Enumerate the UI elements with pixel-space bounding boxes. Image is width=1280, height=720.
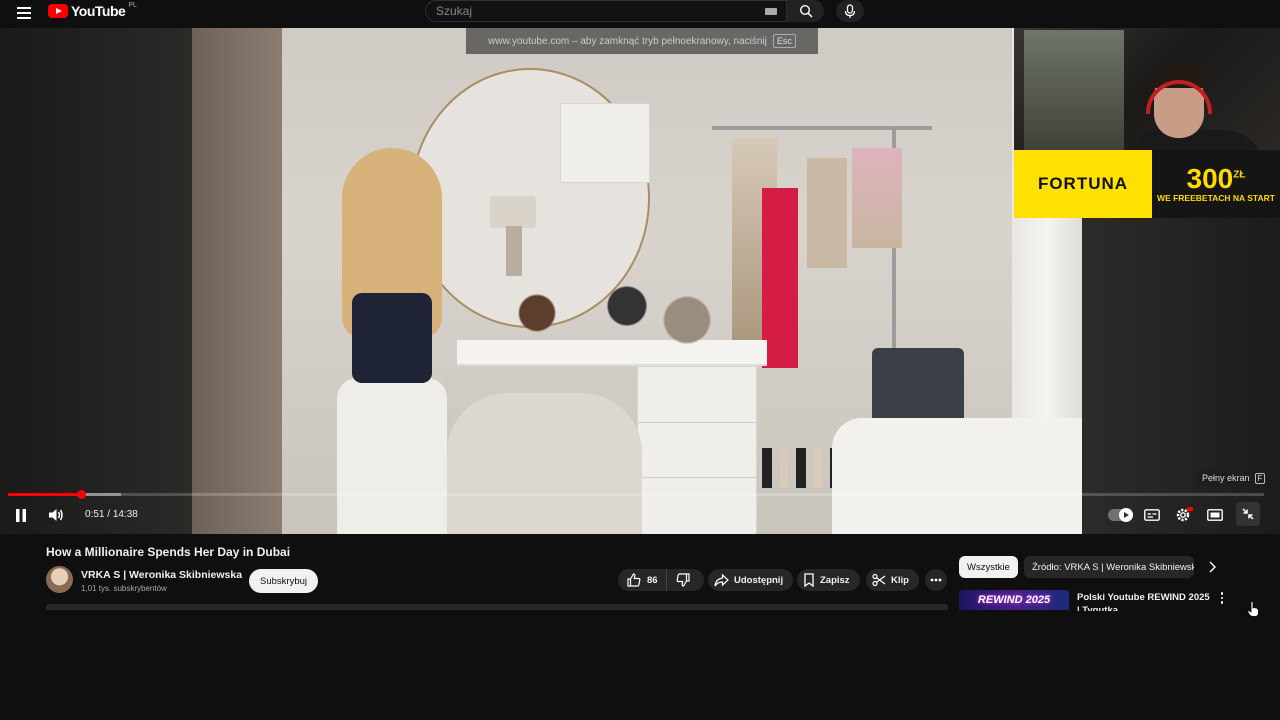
microphone-icon: [844, 3, 856, 18]
scissors-icon: [872, 573, 886, 587]
thumbnail-text: REWIND 2025: [977, 594, 1051, 606]
exit-fullscreen-icon: [1242, 508, 1254, 520]
clip-label: Klip: [891, 574, 909, 586]
scene-artwork: [560, 103, 650, 183]
ad-brand: FORTUNA: [1014, 150, 1152, 218]
esc-key-hint: Esc: [772, 34, 796, 48]
ad-offer: 300ZŁ WE FREEBETACH NA START: [1152, 150, 1280, 218]
keyboard-icon[interactable]: [765, 8, 777, 15]
chips-next-button[interactable]: [1204, 559, 1220, 575]
more-horizontal-icon: [930, 578, 942, 582]
scene-dress: [852, 148, 902, 248]
like-dislike-group: 86: [618, 569, 704, 591]
search-box: [425, 0, 787, 22]
share-button[interactable]: Udostępnij: [708, 569, 794, 591]
share-label: Udostępnij: [734, 574, 784, 586]
webcam-window: [1024, 30, 1124, 150]
fullscreen-tooltip: Pełny ekran F: [1196, 470, 1272, 486]
exit-fullscreen-button[interactable]: [1236, 502, 1260, 526]
logo-text: YouTube: [71, 3, 126, 19]
autoplay-toggle[interactable]: [1108, 508, 1133, 522]
menu-icon[interactable]: [14, 3, 36, 23]
current-time: 0:51: [85, 509, 105, 520]
fullscreen-key-hint: F: [1254, 472, 1266, 484]
pause-button[interactable]: [12, 506, 30, 524]
progress-bar[interactable]: [8, 490, 1264, 499]
search-input[interactable]: [426, 1, 746, 21]
hand-cursor-icon: [1247, 601, 1259, 617]
save-button[interactable]: Zapisz: [797, 569, 860, 591]
subtitles-button[interactable]: [1143, 506, 1161, 524]
chip-source[interactable]: Źródło: VRKA S | Weronika Skibniewska: [1024, 556, 1194, 578]
sponsor-banner: FORTUNA 300ZŁ WE FREEBETACH NA START: [1014, 150, 1280, 218]
scene-person-top: [352, 293, 432, 383]
youtube-play-icon: [48, 4, 68, 18]
fullscreen-notice-text: www.youtube.com – aby zamknąć tryb pełno…: [488, 35, 767, 47]
fullscreen-exit-notice: www.youtube.com – aby zamknąć tryb pełno…: [466, 28, 818, 54]
volume-icon: [49, 509, 63, 521]
subscribe-button[interactable]: Subskrybuj: [249, 569, 318, 593]
scene-lamp: [490, 196, 536, 228]
dislike-button[interactable]: [667, 569, 699, 591]
recommendation-thumbnail[interactable]: REWIND 2025: [959, 590, 1069, 610]
channel-avatar[interactable]: [46, 566, 73, 593]
video-frame[interactable]: [192, 28, 1082, 534]
thumbs-up-icon: [627, 573, 641, 587]
recommendation-menu-button[interactable]: [1216, 590, 1228, 606]
search-icon: [799, 4, 813, 18]
video-player[interactable]: www.youtube.com – aby zamknąć tryb pełno…: [0, 28, 1280, 534]
description-box[interactable]: [46, 604, 948, 610]
masthead: YouTube PL: [0, 0, 1280, 28]
duration: 14:38: [112, 509, 138, 520]
recommendation-title[interactable]: Polski Youtube REWIND 2025 | Tygutka: [1077, 591, 1212, 611]
search-button[interactable]: [787, 0, 824, 22]
progress-played: [8, 493, 81, 496]
ad-amount: 300ZŁ: [1186, 163, 1246, 194]
save-label: Zapisz: [820, 574, 850, 586]
scene-dress: [762, 188, 798, 368]
scene-lamp-base: [506, 226, 522, 276]
scene-door: [192, 28, 282, 534]
logo-country: PL: [128, 1, 137, 9]
miniplayer-button[interactable]: [1206, 506, 1224, 524]
progress-scrubber[interactable]: [76, 490, 86, 499]
thumbs-down-icon: [676, 573, 690, 587]
player-controls: 0:51 / 14:38: [0, 502, 1280, 528]
clip-button[interactable]: Klip: [866, 569, 919, 591]
like-button[interactable]: 86: [618, 569, 667, 591]
more-actions-button[interactable]: [925, 569, 947, 591]
ad-subtitle: WE FREEBETACH NA START: [1157, 193, 1275, 203]
time-display: 0:51 / 14:38: [85, 509, 138, 520]
chevron-right-icon: [1209, 561, 1216, 573]
scene-desk-items: [447, 278, 747, 348]
video-title: How a Millionaire Spends Her Day in Duba…: [46, 545, 291, 559]
watch-metadata: How a Millionaire Spends Her Day in Duba…: [0, 534, 1280, 720]
mute-button[interactable]: [46, 506, 66, 524]
scene-dress: [807, 158, 847, 268]
youtube-logo[interactable]: YouTube PL: [48, 1, 137, 19]
channel-name[interactable]: VRKA S | Weronika Skibniewska: [81, 569, 242, 581]
fullscreen-tooltip-label: Pełny ekran: [1202, 473, 1250, 483]
video-backdrop-right: [1082, 218, 1280, 534]
subscriber-count: 1,01 tys. subskrybentów: [81, 584, 167, 593]
scene-clothes-rack: [712, 126, 932, 130]
subtitles-icon: [1144, 509, 1160, 521]
theater-mode-icon: [1207, 509, 1223, 521]
settings-button[interactable]: [1174, 506, 1194, 524]
chip-all[interactable]: Wszystkie: [959, 556, 1018, 578]
bookmark-icon: [804, 573, 814, 587]
like-count: 86: [647, 574, 658, 586]
voice-search-button[interactable]: [836, 0, 864, 22]
video-backdrop-left: [0, 28, 192, 534]
pause-icon: [16, 508, 26, 522]
gear-icon: [1176, 507, 1193, 522]
share-icon: [714, 573, 729, 586]
